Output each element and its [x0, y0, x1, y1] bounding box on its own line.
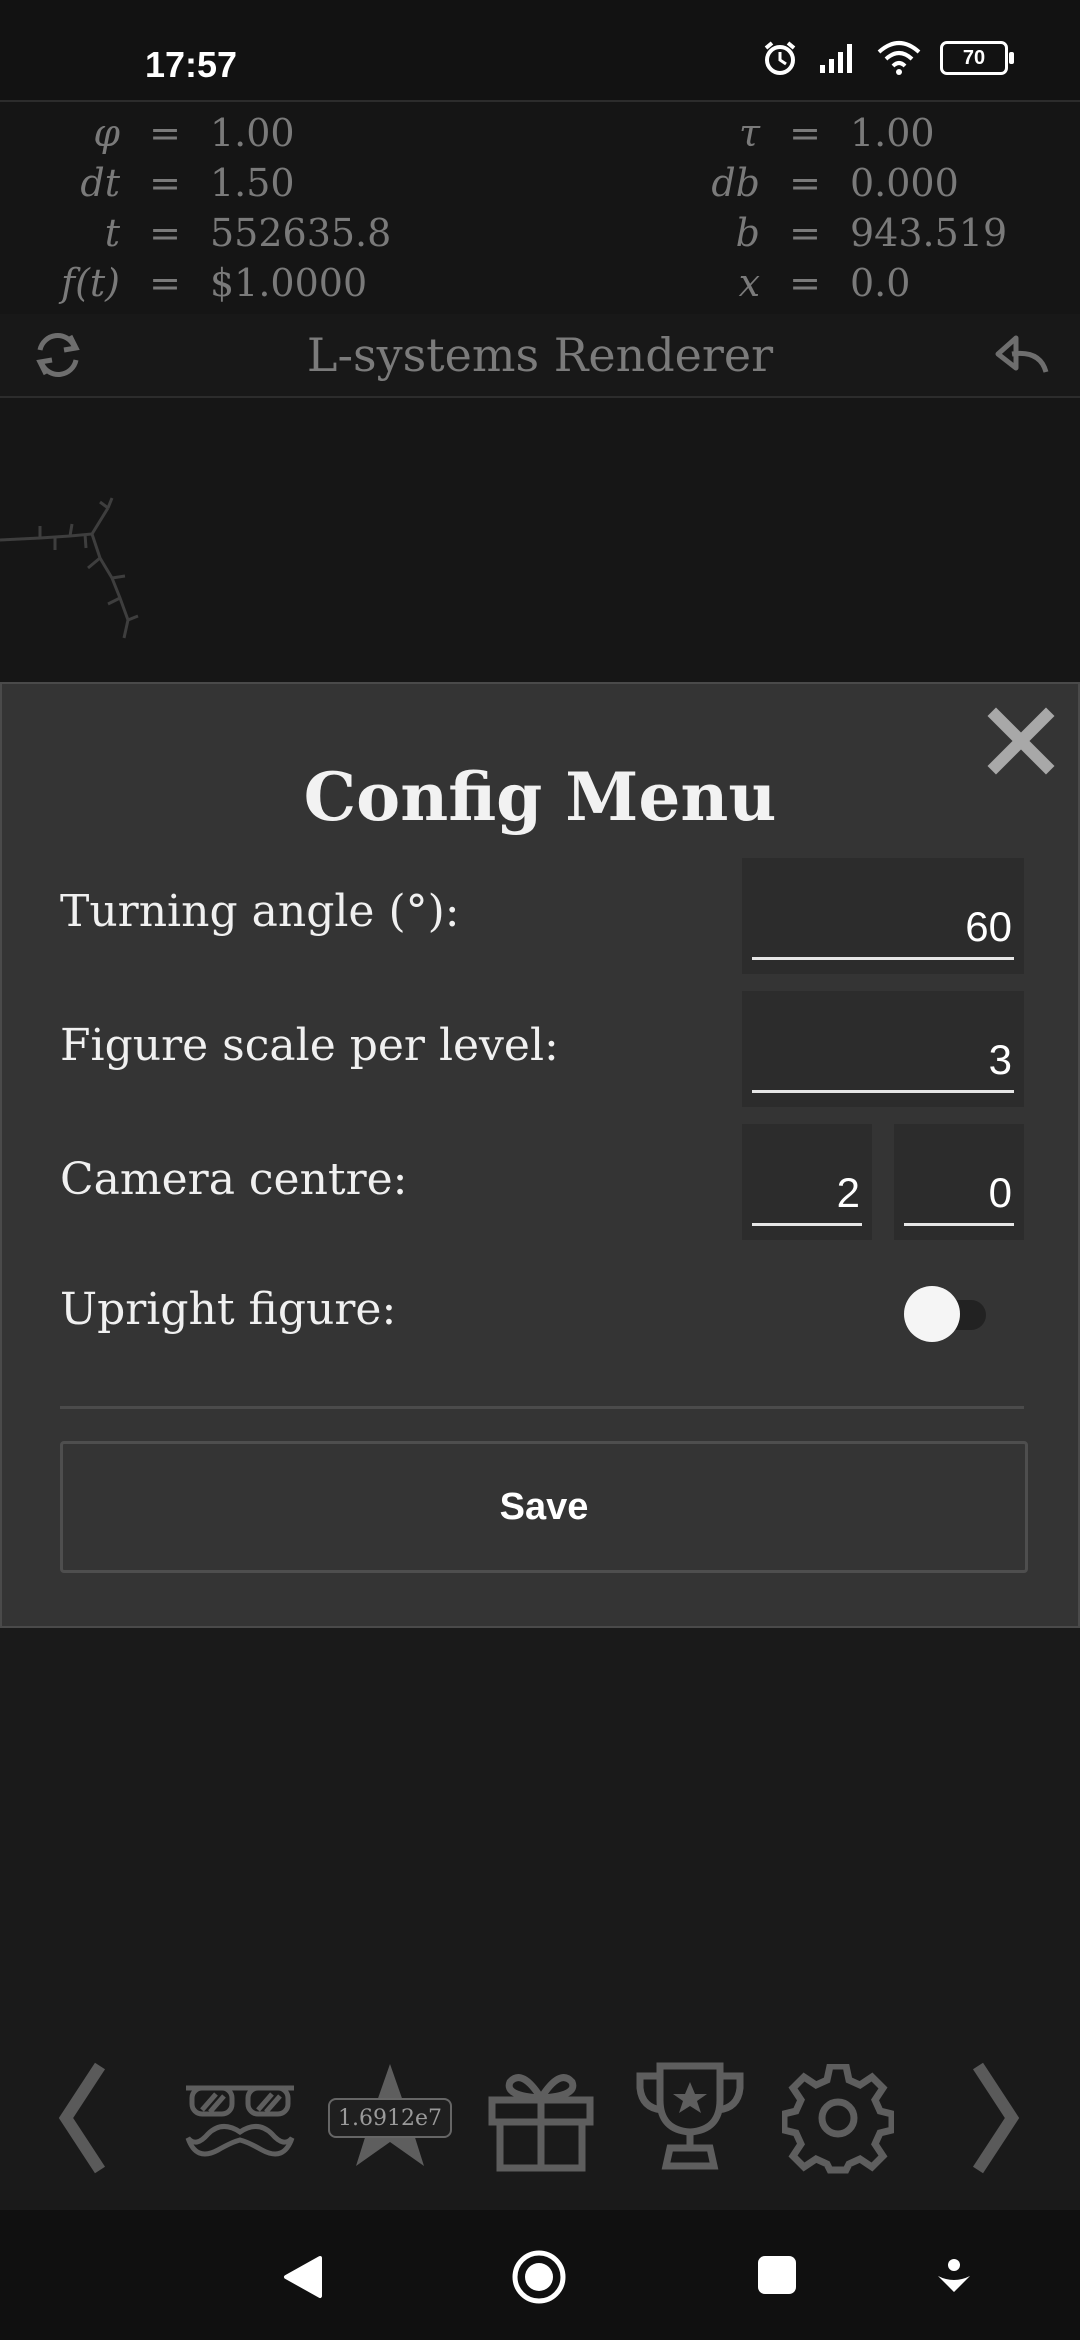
equation-row: τ = 1.00	[700, 108, 1070, 158]
config-menu-dialog: Config Menu Turning angle (°): Figure sc…	[0, 682, 1080, 1628]
upright-figure-toggle[interactable]	[904, 1286, 990, 1342]
glasses-mustache-icon[interactable]	[182, 2070, 298, 2170]
figure-scale-label: Figure scale per level:	[60, 1020, 559, 1071]
page-title: L-systems Renderer	[306, 328, 774, 382]
turning-angle-field	[742, 858, 1024, 974]
back-icon[interactable]	[278, 2252, 328, 2302]
equation-value: 0.000	[850, 161, 959, 205]
equation-column-right: τ = 1.00 db = 0.000 b = 943.519 x = 0.0	[700, 108, 1070, 308]
equation-value: 1.00	[210, 111, 295, 155]
currency-badge: 1.6912e7	[328, 2098, 452, 2138]
figure-scale-field	[742, 991, 1024, 1107]
equation-value: 1.00	[850, 111, 935, 155]
turning-angle-input[interactable]	[752, 897, 1014, 960]
chevron-right-icon[interactable]	[966, 2058, 1026, 2178]
equation-value: 552635.8	[210, 211, 392, 255]
equation-row: f(t) = $1.0000	[0, 258, 430, 308]
equals-sign: =	[789, 261, 821, 305]
render-canvas[interactable]	[0, 398, 1080, 683]
undo-icon[interactable]	[992, 328, 1052, 382]
title-bar: L-systems Renderer	[0, 314, 1080, 398]
chevron-left-icon[interactable]	[52, 2058, 112, 2178]
equation-value: 1.50	[210, 161, 295, 205]
equation-row: φ = 1.00	[0, 108, 430, 158]
lsystem-figure	[0, 497, 139, 639]
equation-row: dt = 1.50	[0, 158, 430, 208]
figure-scale-input[interactable]	[752, 1030, 1014, 1093]
gear-icon[interactable]	[782, 2064, 894, 2176]
equation-row: b = 943.519	[700, 208, 1070, 258]
trophy-icon[interactable]	[634, 2060, 746, 2174]
equals-sign: =	[149, 111, 181, 155]
camera-centre-x-input[interactable]	[752, 1163, 862, 1226]
equation-value: $1.0000	[210, 261, 368, 305]
equals-sign: =	[789, 111, 821, 155]
equation-row: x = 0.0	[700, 258, 1070, 308]
equation-row: db = 0.000	[700, 158, 1070, 208]
equation-symbol: φ	[93, 111, 120, 155]
equation-row: t = 552635.8	[0, 208, 430, 258]
dialog-title: Config Menu	[303, 758, 777, 836]
battery-icon: 70	[940, 41, 1014, 75]
equation-symbol: f(t)	[61, 261, 120, 305]
turning-angle-label: Turning angle (°):	[60, 886, 460, 937]
camera-centre-label: Camera centre:	[60, 1154, 408, 1205]
camera-centre-y-input[interactable]	[904, 1163, 1014, 1226]
equation-column-left: φ = 1.00 dt = 1.50 t = 552635.8 f(t) = $…	[0, 108, 430, 308]
camera-centre-x-field	[742, 1124, 872, 1240]
home-icon[interactable]	[510, 2248, 568, 2306]
equals-sign: =	[149, 211, 181, 255]
equals-sign: =	[789, 161, 821, 205]
status-bar: 17:57 70	[0, 0, 1080, 100]
wifi-icon	[877, 41, 921, 75]
equation-symbol: b	[735, 211, 760, 255]
bottom-toolbar: 1.6912e7	[0, 2040, 1080, 2230]
toggle-thumb	[904, 1286, 960, 1342]
equation-symbol: dt	[80, 161, 120, 205]
gift-icon[interactable]	[486, 2064, 596, 2174]
assist-icon[interactable]	[934, 2258, 974, 2298]
equals-sign: =	[149, 261, 181, 305]
divider	[60, 1406, 1024, 1409]
signal-icon	[820, 44, 852, 73]
equals-sign: =	[149, 161, 181, 205]
equation-value: 0.0	[850, 261, 911, 305]
recents-icon[interactable]	[756, 2254, 798, 2296]
status-time: 17:57	[145, 44, 238, 85]
equation-panel: φ = 1.00 dt = 1.50 t = 552635.8 f(t) = $…	[0, 100, 1080, 316]
equation-value: 943.519	[850, 211, 1008, 255]
equals-sign: =	[789, 211, 821, 255]
equation-symbol: t	[104, 211, 120, 255]
equation-symbol: db	[711, 161, 760, 205]
equation-symbol: x	[738, 261, 760, 305]
status-icons: 70	[760, 38, 1014, 78]
system-nav-bar	[0, 2210, 1080, 2340]
equation-symbol: τ	[738, 111, 760, 155]
alarm-icon	[764, 41, 796, 75]
camera-centre-y-field	[894, 1124, 1024, 1240]
reload-icon[interactable]	[28, 328, 88, 382]
save-button[interactable]: Save	[60, 1441, 1028, 1573]
upright-figure-label: Upright figure:	[60, 1284, 397, 1335]
